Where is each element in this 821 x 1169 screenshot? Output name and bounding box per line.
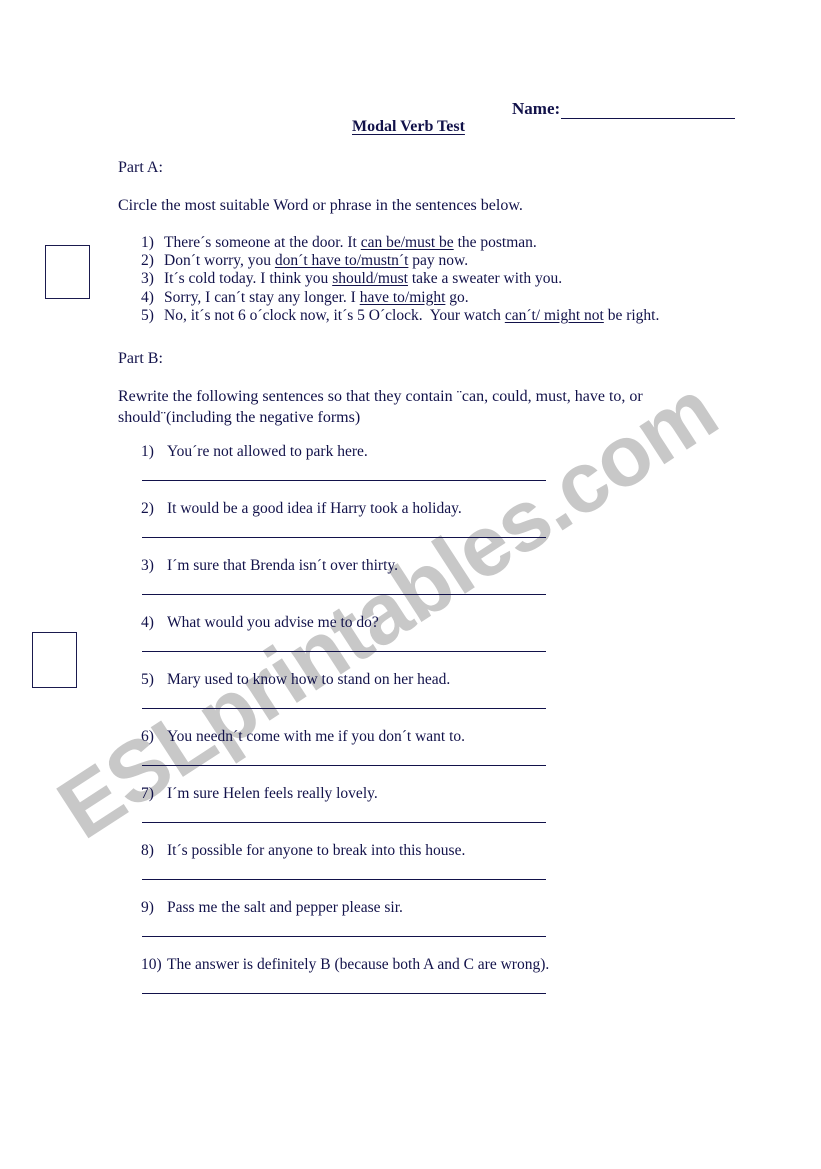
item-text: You needn´t come with me if you don´t wa…: [167, 728, 466, 745]
item-text-after: be right.: [603, 306, 660, 324]
part-b-item: 1) You´re not allowed to park here.: [141, 441, 551, 498]
answer-line[interactable]: [142, 594, 546, 595]
answer-line[interactable]: [142, 993, 546, 994]
worksheet-page: ESLprintables.com Name: Modal Verb Test …: [0, 0, 821, 1169]
answer-line[interactable]: [142, 480, 546, 481]
answer-line[interactable]: [142, 765, 546, 766]
page-title: Modal Verb Test: [352, 118, 465, 135]
margin-box-bottom[interactable]: [32, 632, 77, 688]
item-number: 1): [141, 443, 154, 460]
item-text-before: It´s cold today. I think you: [164, 270, 333, 288]
item-text: You´re not allowed to park here.: [167, 443, 368, 460]
part-a-list: 1) There´s someone at the door. It can b…: [141, 234, 741, 325]
name-input-blank[interactable]: [561, 102, 736, 119]
item-text-before: There´s someone at the door. It: [164, 234, 361, 251]
answer-line[interactable]: [142, 651, 546, 652]
part-b-item: 10) The answer is definitely B (because …: [141, 954, 551, 1011]
item-number: 4): [141, 614, 154, 631]
item-choice[interactable]: should/must: [332, 270, 408, 288]
item-number: 2): [141, 500, 154, 517]
margin-box-top[interactable]: [45, 245, 90, 299]
item-number: 8): [141, 842, 154, 859]
part-b-item: 3) I´m sure that Brenda isn´t over thirt…: [141, 555, 551, 612]
answer-line[interactable]: [142, 936, 546, 937]
item-number: 3): [141, 270, 154, 288]
answer-line[interactable]: [142, 708, 546, 709]
item-number: 7): [141, 785, 154, 802]
part-b-item: 9) Pass me the salt and pepper please si…: [141, 897, 551, 954]
part-a-label: Part A:: [118, 159, 163, 176]
item-text: The answer is definitely B (because both…: [167, 956, 550, 973]
item-choice[interactable]: have to/might: [360, 289, 446, 307]
part-b-item: 2) It would be a good idea if Harry took…: [141, 498, 551, 555]
item-choice[interactable]: can be/must be: [361, 234, 454, 252]
part-a-instruction: Circle the most suitable Word or phrase …: [118, 197, 523, 214]
item-number: 3): [141, 557, 154, 574]
name-field[interactable]: Name:: [512, 99, 736, 119]
item-text-after: the postman.: [453, 234, 537, 251]
answer-line[interactable]: [142, 822, 546, 823]
answer-line[interactable]: [142, 537, 546, 538]
part-b-item: 6) You needn´t come with me if you don´t…: [141, 726, 551, 783]
item-number: 9): [141, 899, 154, 916]
part-b-list: 1) You´re not allowed to park here. 2) I…: [141, 441, 551, 1011]
item-number: 4): [141, 288, 154, 306]
item-choice[interactable]: can´t/ might not: [505, 307, 604, 325]
part-b-item: 8) It´s possible for anyone to break int…: [141, 840, 551, 897]
item-choice[interactable]: don´t have to/mustn´t: [275, 252, 408, 270]
item-text: Mary used to know how to stand on her he…: [167, 671, 451, 688]
answer-line[interactable]: [142, 879, 546, 880]
item-text: I´m sure that Brenda isn´t over thirty.: [167, 557, 399, 574]
item-text-before: Sorry, I can´t stay any longer. I: [164, 288, 360, 306]
item-text-after: pay now.: [408, 252, 469, 270]
part-b-item: 4) What would you advise me to do?: [141, 612, 551, 669]
item-number: 10): [141, 956, 162, 973]
part-b-instruction: Rewrite the following sentences so that …: [118, 388, 643, 426]
part-a-item[interactable]: 2) Don´t worry, you don´t have to/mustn´…: [141, 252, 741, 270]
part-b-item: 5) Mary used to know how to stand on her…: [141, 669, 551, 726]
item-text: I´m sure Helen feels really lovely.: [167, 785, 378, 802]
item-number: 5): [141, 671, 154, 688]
item-text-before: No, it´s not 6 o´clock now, it´s 5 O´clo…: [164, 306, 505, 324]
item-text-after: go.: [445, 288, 469, 306]
item-text: It would be a good idea if Harry took a …: [167, 500, 462, 517]
name-label: Name:: [512, 99, 561, 118]
item-number: 2): [141, 252, 154, 270]
part-b-item: 7) I´m sure Helen feels really lovely.: [141, 783, 551, 840]
item-text-before: Don´t worry, you: [164, 252, 275, 270]
part-a-item[interactable]: 1) There´s someone at the door. It can b…: [141, 234, 741, 252]
item-text: Pass me the salt and pepper please sir.: [167, 899, 403, 916]
item-text-after: take a sweater with you.: [407, 270, 563, 288]
part-b-label: Part B:: [118, 350, 163, 367]
part-a-item[interactable]: 3) It´s cold today. I think you should/m…: [141, 270, 741, 288]
part-a-item[interactable]: 5) No, it´s not 6 o´clock now, it´s 5 O´…: [141, 307, 741, 325]
item-text: It´s possible for anyone to break into t…: [167, 842, 466, 859]
item-number: 1): [141, 234, 154, 251]
part-a-item[interactable]: 4) Sorry, I can´t stay any longer. I hav…: [141, 289, 741, 307]
item-text: What would you advise me to do?: [167, 614, 379, 631]
item-number: 5): [141, 306, 154, 324]
item-number: 6): [141, 728, 154, 745]
